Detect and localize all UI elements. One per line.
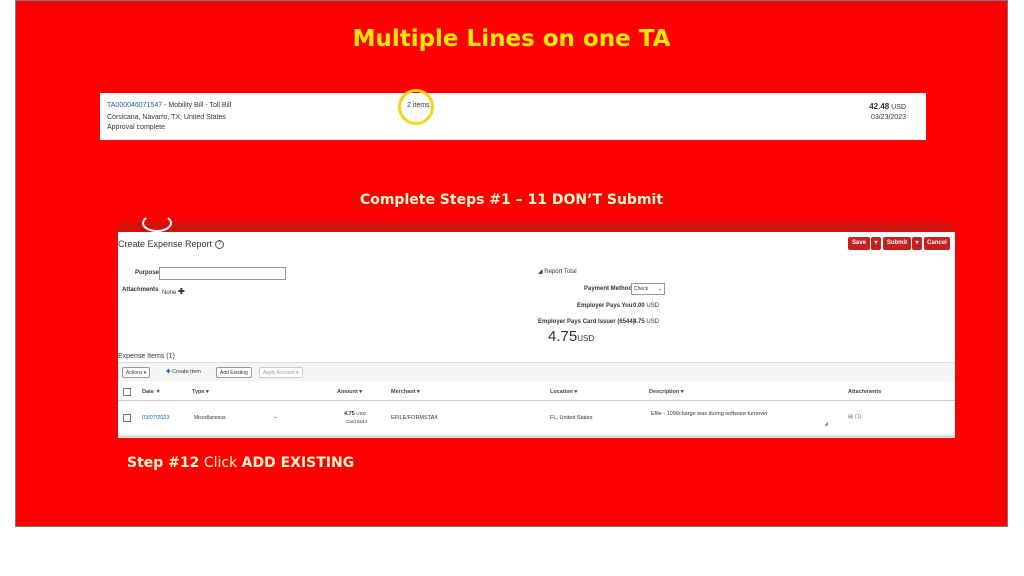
purpose-label: Purpose <box>135 270 160 276</box>
select-all-checkbox[interactable] <box>123 388 131 396</box>
attachments-value: None <box>162 290 177 296</box>
column-header-attachments: Attachments <box>848 389 882 395</box>
type-dropdown-icon[interactable]: ⌄ <box>273 414 278 420</box>
ta-desc: - Mobility Bill - Toll Bill <box>162 102 232 109</box>
employer-pays-card-value: 4.75 <box>633 319 645 325</box>
step12-prefix: Step #12 <box>127 455 200 471</box>
payment-method-select[interactable]: Check ⌄ <box>631 283 665 295</box>
attachment-icon[interactable]: ▤ <box>848 414 853 420</box>
save-button[interactable]: Save <box>848 237 870 250</box>
plus-icon: ✚ <box>166 369 171 375</box>
column-header-location[interactable]: Location ▾ <box>550 389 577 395</box>
report-total-currency: USD <box>577 334 595 343</box>
highlight-circle <box>398 89 434 125</box>
create-item-label: Create Item <box>172 369 201 375</box>
report-total-label: Report Total <box>544 269 577 275</box>
create-item-button[interactable]: ✚ Create Item <box>166 369 201 375</box>
employer-pays-you-value: 0.00 <box>633 303 645 309</box>
help-icon[interactable]: ? <box>215 240 225 250</box>
resize-handle-icon[interactable]: ◢ <box>824 421 828 427</box>
cancel-button[interactable]: Cancel <box>924 237 950 250</box>
employer-pays-card-label: Employer Pays Card Issuer (6544) <box>538 319 635 325</box>
employer-pays-card-currency: USD <box>646 319 660 325</box>
panel-bottom-border <box>118 435 955 438</box>
row-merchant: EFILE/FORMSTAX <box>391 415 438 421</box>
submit-dropdown-icon[interactable]: ▾ <box>912 237 922 250</box>
ta-currency: USD <box>891 104 906 111</box>
report-title: Create Expense Report <box>118 239 213 249</box>
row-amount: 4.75 <box>344 411 355 417</box>
step12-instruction: Step #12 Click ADD EXISTING <box>127 455 354 471</box>
expense-items-header: Expense Items (1) <box>118 353 175 360</box>
ta-location: Corsicana, Navarro, TX, United States <box>107 114 226 121</box>
employer-pays-you-label: Employer Pays You <box>577 303 633 309</box>
column-header-merchant[interactable]: Merchant ▾ <box>391 389 420 395</box>
ta-amount: 42.48 <box>869 102 890 111</box>
row-type[interactable]: Miscellaneous <box>194 415 226 421</box>
step12-target: ADD EXISTING <box>241 455 355 471</box>
slide: Multiple Lines on one TA TA000046071547 … <box>15 0 1008 527</box>
column-header-date[interactable]: Date ▼ <box>142 389 161 395</box>
purpose-input[interactable] <box>159 267 286 280</box>
actions-button[interactable]: Actions ▾ <box>122 367 151 378</box>
actions-label: Actions <box>126 370 143 376</box>
column-header-type[interactable]: Type ▾ <box>192 389 209 395</box>
payment-method-label: Payment Method <box>584 286 633 292</box>
ta-id-link[interactable]: TA000046071547 <box>107 102 162 109</box>
add-existing-button[interactable]: Add Existing <box>216 367 252 378</box>
attachments-label: Attachments <box>122 287 159 293</box>
apply-account-label: Apply Account <box>263 370 295 376</box>
apply-account-button[interactable]: Apply Account ▾ <box>259 367 303 378</box>
column-header-amount[interactable]: Amount ▾ <box>337 389 362 395</box>
steps-title: Complete Steps #1 – 11 DON’T Submit <box>359 192 664 208</box>
logo-arc <box>142 214 172 232</box>
employer-pays-you-currency: USD <box>646 303 660 309</box>
ta-status: Approval complete <box>107 124 165 131</box>
column-header-description[interactable]: Description ▾ <box>649 389 684 395</box>
expense-report-panel: Create Expense Report? Save ▾ Submit ▾ C… <box>118 214 955 438</box>
collapse-icon[interactable]: ◢ <box>538 269 543 275</box>
chevron-down-icon: ⌄ <box>657 286 662 292</box>
submit-button[interactable]: Submit <box>883 237 911 250</box>
report-total-amount: 4.75 <box>548 328 578 345</box>
row-description-field[interactable]: Efile - 1099charge was during software t… <box>651 411 828 427</box>
row-attachments: (1) <box>854 414 862 420</box>
row-amount-currency: USD <box>356 411 366 416</box>
row-card: Card 6544 <box>346 419 368 424</box>
ta-card[interactable]: TA000046071547 - Mobility Bill - Toll Bi… <box>100 89 926 140</box>
step12-mid: Click <box>199 455 242 471</box>
row-description: Efile - 1099charge was during software t… <box>651 411 768 417</box>
row-location: FL, United States <box>550 415 593 421</box>
items-toolbar: Actions ▾ ✚ Create Item Add Existing App… <box>118 362 955 381</box>
payment-method-value: Check <box>634 286 649 292</box>
save-dropdown-icon[interactable]: ▾ <box>871 237 881 250</box>
add-attachment-icon[interactable]: ✚ <box>178 287 185 296</box>
panel-top-bar <box>118 214 955 232</box>
table-header-row: Date ▼ Type ▾ Amount ▾ Merchant ▾ Locati… <box>118 384 955 401</box>
slide-title: Multiple Lines on one TA <box>352 26 671 52</box>
row-checkbox[interactable] <box>123 414 131 422</box>
row-date-link[interactable]: 03/07/2023 <box>142 415 170 421</box>
ta-date: 03/23/2023 <box>870 114 906 121</box>
